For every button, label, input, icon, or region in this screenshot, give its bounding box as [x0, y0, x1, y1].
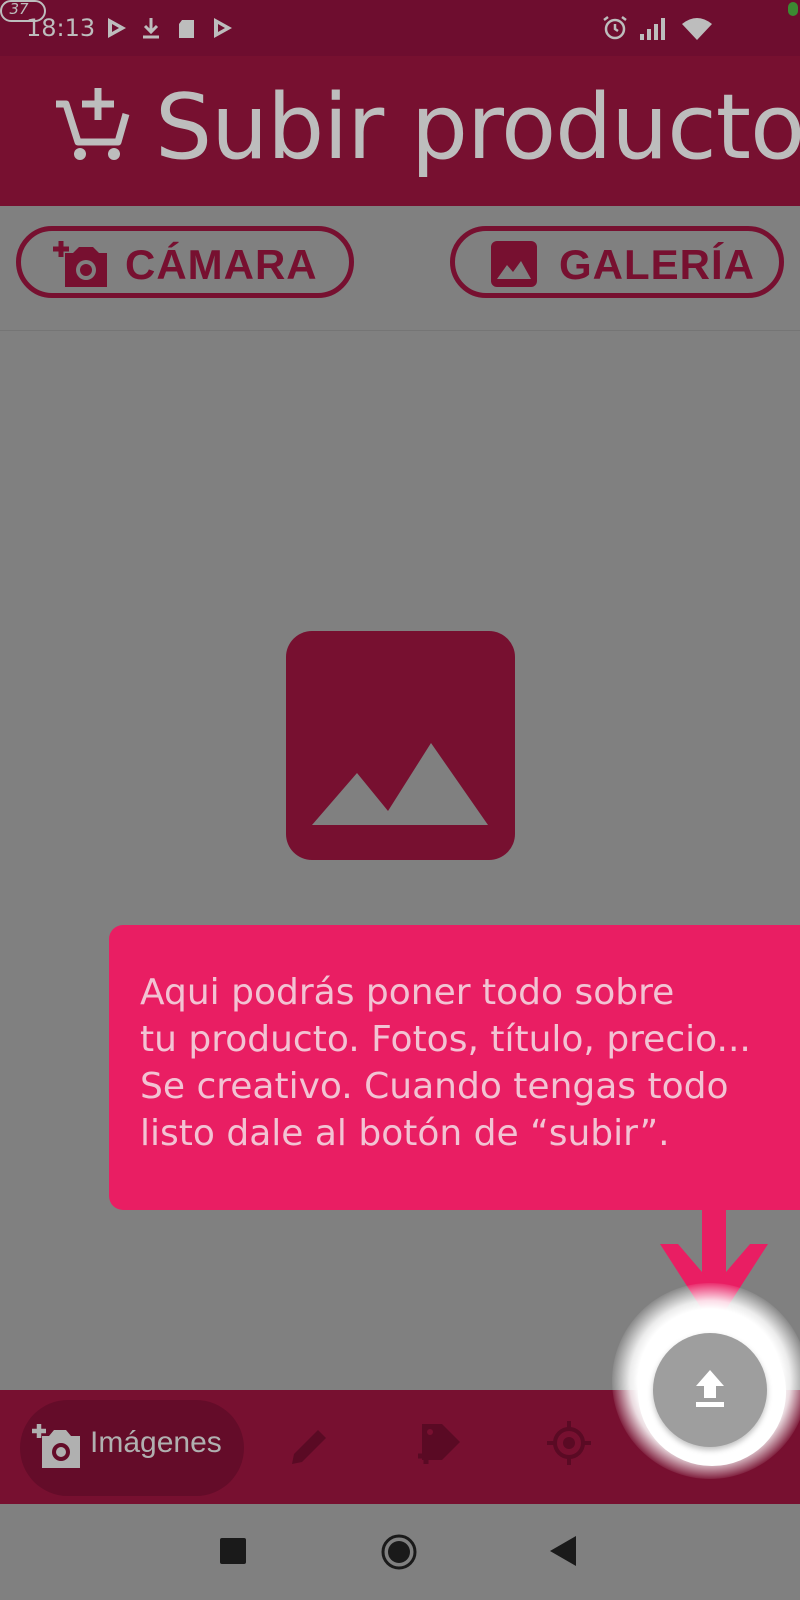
add-shopping-cart-icon — [56, 88, 130, 160]
camera-button-label: CÁMARA — [125, 241, 318, 288]
image-source-toolbar: CÁMARA GALERÍA — [0, 206, 800, 331]
gallery-button[interactable]: GALERÍA — [450, 226, 784, 298]
download-icon — [143, 18, 159, 39]
battery-level: 37 — [9, 0, 29, 18]
nav-item-images[interactable]: Imágenes — [20, 1400, 244, 1496]
mountain-icon — [312, 743, 488, 825]
camera-button[interactable]: CÁMARA — [16, 226, 354, 298]
play-store-icon — [108, 18, 126, 38]
play-store-icon — [214, 18, 232, 38]
recents-square-icon[interactable] — [220, 1538, 246, 1564]
image-placeholder — [286, 631, 515, 860]
add-tag-icon[interactable] — [416, 1420, 462, 1466]
status-time: 18:13 — [26, 14, 96, 42]
tooltip-text: Aqui podrás poner todo sobre tu producto… — [140, 972, 751, 1154]
system-navigation-bar — [0, 1504, 800, 1600]
add-photo-icon — [53, 241, 107, 287]
back-triangle-icon[interactable] — [550, 1536, 578, 1566]
signal-icon — [640, 18, 665, 40]
page-title: Subir producto — [155, 75, 800, 180]
status-bar: 18:13 37 — [0, 0, 800, 56]
upload-icon — [696, 1370, 724, 1407]
image-icon — [491, 241, 537, 287]
add-photo-icon — [32, 1424, 80, 1468]
gallery-button-label: GALERÍA — [559, 241, 755, 288]
app-bar: Subir producto — [0, 56, 800, 206]
wifi-icon — [682, 18, 712, 40]
pencil-icon[interactable] — [290, 1426, 330, 1466]
upload-button[interactable] — [653, 1333, 767, 1447]
sd-card-icon — [179, 20, 194, 38]
nav-item-images-label: Imágenes — [90, 1426, 222, 1459]
battery-charge-indicator — [788, 2, 798, 16]
alarm-icon — [603, 16, 627, 40]
onboarding-tooltip: Aqui podrás poner todo sobre tu producto… — [109, 925, 800, 1210]
home-circle-icon[interactable] — [380, 1533, 418, 1571]
location-target-icon[interactable] — [546, 1420, 592, 1466]
